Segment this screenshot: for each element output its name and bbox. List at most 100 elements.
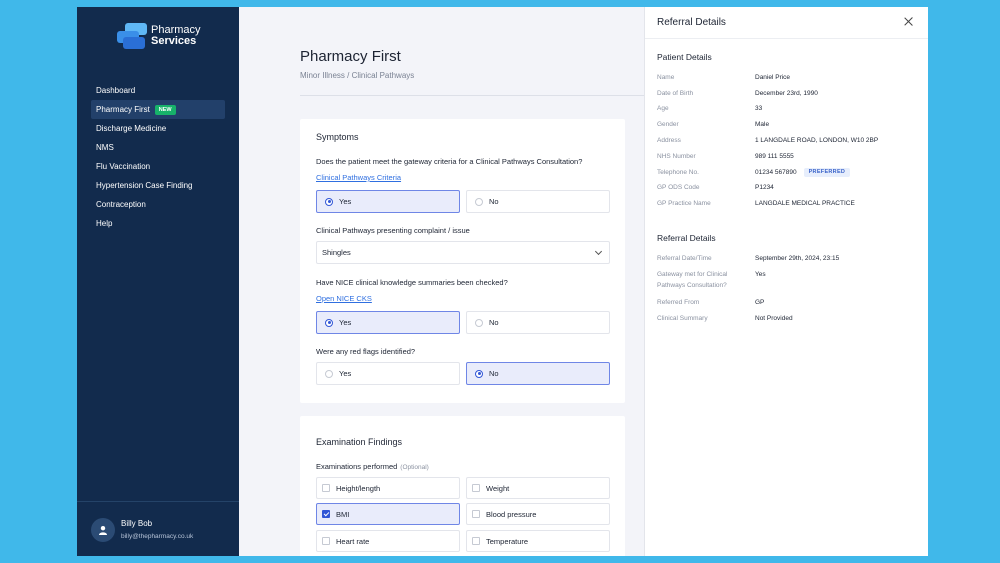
main-content: Pharmacy First Minor Illness / Clinical … bbox=[239, 7, 644, 556]
option-label: Yes bbox=[339, 318, 352, 327]
symptoms-card: Symptoms Does the patient meet the gatew… bbox=[300, 119, 625, 403]
detail-key: GP Practice Name bbox=[657, 200, 711, 207]
detail-key: Clinical Summary bbox=[657, 315, 708, 322]
detail-value: Male bbox=[755, 121, 770, 128]
nice-yes-option[interactable]: Yes bbox=[316, 311, 460, 334]
brand-logo[interactable]: Pharmacy Services bbox=[117, 21, 201, 51]
exam-weight-option[interactable]: Weight bbox=[466, 477, 610, 499]
exam-temperature-option[interactable]: Temperature bbox=[466, 530, 610, 552]
breadcrumb: Minor Illness / Clinical Pathways bbox=[300, 71, 415, 80]
pharmacy-logo-icon bbox=[117, 21, 147, 51]
sidebar-item-label: Dashboard bbox=[96, 86, 136, 95]
sidebar-item-help[interactable]: Help bbox=[91, 214, 225, 233]
sidebar-item-flu-vaccination[interactable]: Flu Vaccination bbox=[91, 157, 225, 176]
exam-height-option[interactable]: Height/length bbox=[316, 477, 460, 499]
sidebar-item-hypertension[interactable]: Hypertension Case Finding bbox=[91, 176, 225, 195]
user-icon bbox=[99, 526, 107, 535]
panel-divider bbox=[645, 38, 928, 39]
option-label: Height/length bbox=[336, 483, 381, 493]
checkbox-icon bbox=[322, 537, 330, 545]
sidebar-item-label: Flu Vaccination bbox=[96, 162, 151, 171]
detail-key: Name bbox=[657, 74, 675, 81]
sidebar-item-label: NMS bbox=[96, 143, 114, 152]
exam-bmi-option[interactable]: BMI bbox=[316, 503, 460, 525]
option-label: Heart rate bbox=[336, 536, 370, 546]
sidebar-item-discharge-medicine[interactable]: Discharge Medicine bbox=[91, 119, 225, 138]
brand-line2: Services bbox=[151, 35, 197, 47]
complaint-select[interactable]: Shingles bbox=[316, 241, 610, 264]
option-label: Temperature bbox=[486, 536, 529, 546]
sidebar-item-dashboard[interactable]: Dashboard bbox=[91, 81, 225, 100]
detail-value: Yes bbox=[755, 271, 766, 278]
detail-value: P1234 bbox=[755, 184, 774, 191]
referral-details-title: Referral Details bbox=[657, 233, 716, 243]
nice-question: Have NICE clinical knowledge summaries b… bbox=[316, 278, 508, 287]
sidebar-item-label: Pharmacy First bbox=[96, 105, 150, 114]
sidebar-item-pharmacy-first[interactable]: Pharmacy First NEW bbox=[91, 100, 225, 119]
detail-key: Referred From bbox=[657, 299, 700, 306]
detail-value: 33 bbox=[755, 105, 763, 112]
app-window: Pharmacy Services Dashboard Pharmacy Fir… bbox=[77, 7, 928, 556]
detail-value: Not Provided bbox=[755, 315, 793, 322]
chevron-down-icon bbox=[594, 247, 603, 256]
complaint-select-value: Shingles bbox=[322, 248, 351, 257]
detail-value: LANGDALE MEDICAL PRACTICE bbox=[755, 200, 855, 207]
detail-key: GP ODS Code bbox=[657, 184, 700, 191]
sidebar-item-label: Hypertension Case Finding bbox=[96, 181, 193, 190]
nice-no-option[interactable]: No bbox=[466, 311, 610, 334]
examination-title: Examination Findings bbox=[316, 437, 403, 447]
detail-value: September 29th, 2024, 23:15 bbox=[755, 255, 840, 262]
radio-empty-icon bbox=[325, 369, 333, 378]
checkbox-icon bbox=[472, 510, 480, 518]
option-label: No bbox=[489, 197, 499, 206]
optional-hint: (Optional) bbox=[400, 464, 429, 471]
detail-key: NHS Number bbox=[657, 153, 696, 160]
option-label: BMI bbox=[336, 509, 350, 519]
referral-details-panel: Referral Details Patient Details Name Dan… bbox=[644, 7, 928, 556]
radio-empty-icon bbox=[475, 318, 483, 327]
detail-value: 989 111 5555 bbox=[755, 153, 794, 160]
open-nice-cks-link[interactable]: Open NICE CKS bbox=[316, 294, 372, 303]
sidebar-item-label: Contraception bbox=[96, 200, 146, 209]
detail-value: 01234 567890 bbox=[755, 169, 797, 176]
red-flags-no-option[interactable]: No bbox=[466, 362, 610, 385]
symptoms-title: Symptoms bbox=[316, 132, 359, 142]
exam-heart-rate-option[interactable]: Heart rate bbox=[316, 530, 460, 552]
option-label: Yes bbox=[339, 197, 352, 206]
detail-key: Gender bbox=[657, 121, 679, 128]
detail-value: GP bbox=[755, 299, 765, 306]
sidebar-item-label: Help bbox=[96, 219, 113, 228]
radio-empty-icon bbox=[475, 197, 483, 206]
checkbox-icon bbox=[472, 537, 480, 545]
sidebar-item-nms[interactable]: NMS bbox=[91, 138, 225, 157]
new-badge: NEW bbox=[154, 104, 176, 115]
option-label: Weight bbox=[486, 483, 510, 493]
gateway-no-option[interactable]: No bbox=[466, 190, 610, 213]
option-label: Blood pressure bbox=[486, 509, 537, 519]
option-label: No bbox=[489, 369, 499, 378]
detail-key: Telephone No. bbox=[657, 169, 699, 176]
clinical-pathways-criteria-link[interactable]: Clinical Pathways Criteria bbox=[316, 173, 401, 182]
gateway-question: Does the patient meet the gateway criter… bbox=[316, 157, 583, 166]
exam-blood-pressure-option[interactable]: Blood pressure bbox=[466, 503, 610, 525]
detail-key: Address bbox=[657, 137, 681, 144]
user-profile[interactable]: Billy Bob billy@thepharmacy.co.uk bbox=[77, 501, 239, 556]
option-label: Yes bbox=[339, 369, 352, 378]
sidebar-item-contraception[interactable]: Contraception bbox=[91, 195, 225, 214]
sidebar-nav: Dashboard Pharmacy First NEW Discharge Me… bbox=[91, 81, 225, 233]
red-flags-yes-option[interactable]: Yes bbox=[316, 362, 460, 385]
detail-key: Referral Date/Time bbox=[657, 255, 712, 262]
user-name: Billy Bob bbox=[121, 519, 153, 528]
detail-value-wrap: 01234 567890 PREFERRED bbox=[755, 167, 851, 178]
gateway-yes-option[interactable]: Yes bbox=[316, 190, 460, 213]
preferred-badge: PREFERRED bbox=[803, 168, 851, 177]
user-email: billy@thepharmacy.co.uk bbox=[121, 533, 194, 540]
detail-value: Daniel Price bbox=[755, 74, 791, 81]
header-divider bbox=[300, 95, 644, 96]
detail-value: December 23rd, 1990 bbox=[755, 90, 818, 97]
brand-name: Pharmacy Services bbox=[151, 25, 201, 47]
close-icon[interactable] bbox=[903, 16, 915, 28]
checkbox-icon bbox=[322, 484, 330, 492]
radio-selected-icon bbox=[325, 197, 333, 206]
option-label: No bbox=[489, 318, 499, 327]
